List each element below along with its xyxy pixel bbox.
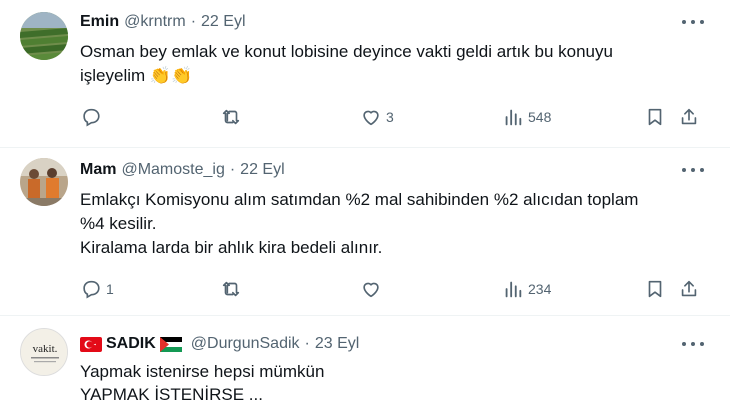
tweet-header: SADIK @DurgunSadik · 23 Eyl [80,334,359,354]
bookmark-icon [648,280,662,298]
tweet-text: Yapmak istenirse hepsi mümkün YAPMAK İST… [80,360,700,406]
like-button[interactable]: 3 [360,102,394,132]
tweet[interactable]: Emin @krntrm · 22 Eyl Osman bey emlak ve… [0,0,730,148]
timestamp[interactable]: 22 Eyl [201,12,245,32]
avatar-logo-text: vakit. [33,343,58,355]
reply-icon [83,108,100,127]
tweet-actions: 1 234 [70,274,710,304]
tweet-text-line: işleyelim 👏👏 [80,66,193,85]
heart-icon [363,282,379,298]
tweet-header: Mam @Mamoste_ig · 22 Eyl [80,160,285,180]
reply-button[interactable] [80,102,106,132]
avatar-image [20,158,68,206]
reply-button[interactable]: 1 [80,274,114,304]
bookmark-button[interactable] [644,274,666,304]
turkey-flag-icon [80,336,102,352]
views-count: 548 [528,109,552,125]
tweet-text-line: Emlakçı Komisyonu alım satımdan %2 mal s… [80,190,639,209]
avatar[interactable] [20,158,68,206]
tweet-text-line: Osman bey emlak ve konut lobisine deyinc… [80,42,613,61]
share-button[interactable] [678,274,700,304]
username[interactable]: @DurgunSadik [191,334,300,354]
views-icon [505,281,522,298]
retweet-icon [222,281,240,297]
tweet-text-line: YAPMAK İSTENİRSE ... [80,385,263,404]
share-icon [681,280,697,297]
separator-dot: · [190,13,197,30]
heart-icon [363,110,379,126]
tweet-text-line: Yapmak istenirse hepsi mümkün [80,362,325,381]
like-button[interactable] [360,274,386,304]
tweet[interactable]: Mam @Mamoste_ig · 22 Eyl Emlakçı Komisyo… [0,148,730,316]
separator-dot: · [304,335,310,352]
separator-dot: · [229,161,236,178]
bookmark-button[interactable] [644,102,666,132]
tweet-text-line: %4 kesilir. [80,214,157,233]
more-icon[interactable] [682,336,704,352]
palestine-flag-icon [159,336,182,352]
share-icon [681,108,697,125]
tweet[interactable]: vakit. SADIK @DurgunSadik · 23 Eyl Yapma… [0,316,730,420]
reply-icon [83,280,100,299]
tweet-text: Osman bey emlak ve konut lobisine deyinc… [80,40,700,88]
avatar-image [20,12,68,60]
tweet-header: Emin @krntrm · 22 Eyl [80,12,246,32]
share-button[interactable] [678,102,700,132]
tweet-actions: 3 548 [70,102,710,132]
more-icon[interactable] [682,14,704,30]
views-button[interactable]: 548 [502,102,551,132]
more-icon[interactable] [682,162,704,178]
reply-count: 1 [106,281,114,297]
timestamp[interactable]: 22 Eyl [240,160,284,180]
username[interactable]: @Mamoste_ig [121,160,224,180]
display-name[interactable]: Emin [80,12,119,32]
retweet-button[interactable] [220,102,246,132]
avatar[interactable] [20,12,68,60]
timestamp[interactable]: 23 Eyl [315,334,359,354]
views-button[interactable]: 234 [502,274,551,304]
avatar[interactable]: vakit. [20,328,68,376]
display-name[interactable]: SADIK [106,334,156,354]
bookmark-icon [648,108,662,126]
views-count: 234 [528,281,552,297]
tweet-text-line: Kiralama larda bir ahlık kira bedeli alı… [80,238,383,257]
username[interactable]: @krntrm [124,12,186,32]
retweet-icon [222,109,240,125]
avatar-image: vakit. [21,329,67,375]
like-count: 3 [386,109,394,125]
display-name[interactable]: Mam [80,160,116,180]
tweet-text: Emlakçı Komisyonu alım satımdan %2 mal s… [80,188,700,260]
retweet-button[interactable] [220,274,246,304]
views-icon [505,109,522,126]
